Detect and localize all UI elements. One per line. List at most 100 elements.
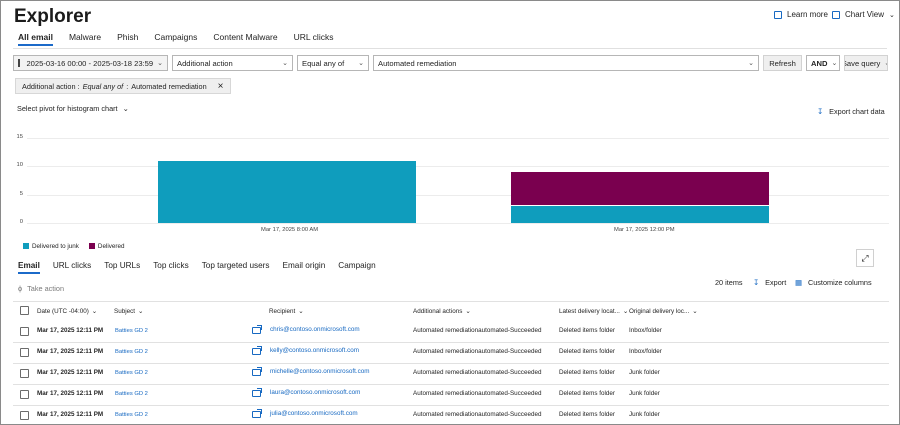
cell-subject[interactable]: Batties GD 2 <box>115 328 148 334</box>
chevron-down-icon: ⌄ <box>748 60 754 67</box>
cell-subject[interactable]: Batties GD 2 <box>115 370 148 376</box>
tab-all-email[interactable]: All email <box>18 32 53 46</box>
tab-top-targeted-users[interactable]: Top targeted users <box>202 261 270 274</box>
customize-columns-button[interactable]: ▦ Customize columns <box>795 278 872 287</box>
tab-email-origin[interactable]: Email origin <box>283 261 326 274</box>
tab-campaigns[interactable]: Campaigns <box>154 32 197 46</box>
filter-operator-dropdown[interactable]: Equal any of ⌄ <box>297 55 369 71</box>
table-row[interactable]: Mar 17, 2025 12:11 PM Batties GD 2 michell… <box>1 363 899 384</box>
chevron-down-icon: ⌄ <box>282 60 288 67</box>
chevron-down-icon: ⌄ <box>157 60 163 67</box>
cell-additional-actions: Automated remediationautomated-Succeeded <box>413 327 542 334</box>
lightning-icon: ϕ <box>18 284 23 293</box>
y-tick-label: 5 <box>19 190 23 197</box>
column-header-subject[interactable]: Subject ⌄ <box>114 303 143 319</box>
cell-recipient[interactable]: michelle@contoso.onmicrosoft.com <box>270 368 369 375</box>
mail-icon[interactable] <box>252 325 262 334</box>
row-checkbox[interactable] <box>20 369 29 378</box>
cell-date: Mar 17, 2025 12:11 PM <box>37 348 104 355</box>
logic-operator-dropdown[interactable]: AND ⌄ <box>806 55 840 71</box>
filter-value-dropdown[interactable]: Automated remediation ⌄ <box>373 55 759 71</box>
histogram-chart: 15 10 5 0 Mar 17, 2025 8:00 AM Mar 17, 2025 1… <box>1 129 899 239</box>
mail-icon[interactable] <box>252 388 262 397</box>
table-row[interactable]: Mar 17, 2025 12:11 PM Batties GD 2 laura@c… <box>1 384 899 405</box>
tab-top-urls[interactable]: Top URLs <box>104 261 140 274</box>
active-filter-chip[interactable]: Additional action : Equal any of : Autom… <box>15 78 231 94</box>
cell-latest-location: Deleted items folder <box>559 327 615 334</box>
table-row[interactable]: Mar 17, 2025 12:11 PM Batties GD 2 kelly@c… <box>1 342 899 363</box>
column-header-additional-actions[interactable]: Additional actions ⌄ <box>413 303 471 319</box>
cell-recipient[interactable]: chris@contoso.onmicrosoft.com <box>270 326 360 333</box>
mail-icon[interactable] <box>252 367 262 376</box>
table-row[interactable]: Mar 17, 2025 12:11 PM Batties GD 2 julia@c… <box>1 405 899 424</box>
filter-field-dropdown[interactable]: Additional action ⌄ <box>172 55 293 71</box>
legend-item-delivered[interactable]: Delivered <box>88 243 125 250</box>
mail-icon[interactable] <box>252 409 262 418</box>
grid-line <box>27 166 889 168</box>
column-header-original-location[interactable]: Original delivery loc... ⌄ <box>629 303 697 319</box>
export-button[interactable]: ↧ Export <box>753 278 786 287</box>
chevron-down-icon: ⌄ <box>888 11 895 19</box>
bar-delivered-1[interactable] <box>511 172 769 206</box>
cell-date: Mar 17, 2025 12:11 PM <box>37 411 104 418</box>
column-header-recipient[interactable]: Recipient ⌄ <box>269 303 304 319</box>
grid-line <box>27 223 889 224</box>
export-chart-button[interactable]: ↧ Export chart data <box>817 107 885 116</box>
cell-subject[interactable]: Batties GD 2 <box>115 412 148 418</box>
chevron-down-icon: ⌄ <box>138 307 144 315</box>
tab-content-malware[interactable]: Content Malware <box>213 32 277 46</box>
select-all-checkbox[interactable] <box>20 306 29 315</box>
date-range-picker[interactable]: 2025-03-16 00:00 - 2025-03-18 23:59 ⌄ <box>13 55 168 71</box>
table-row[interactable]: Mar 17, 2025 12:11 PM Batties GD 2 chris@c… <box>1 321 899 342</box>
mail-icon[interactable] <box>252 346 262 355</box>
chevron-down-icon: ⌄ <box>880 59 887 67</box>
chart-view-toggle[interactable]: Chart View ⌄ <box>832 10 895 19</box>
cell-date: Mar 17, 2025 12:11 PM <box>37 369 104 376</box>
save-query-dropdown[interactable]: Save query ⌄ <box>844 55 888 71</box>
cell-additional-actions: Automated remediationautomated-Succeeded <box>413 390 542 397</box>
cell-subject[interactable]: Batties GD 2 <box>115 349 148 355</box>
legend-item-delivered-to-junk[interactable]: Delivered to junk <box>23 243 79 250</box>
expand-icon[interactable]: ⤢ <box>856 249 874 267</box>
calendar-icon <box>18 59 21 67</box>
row-checkbox[interactable] <box>20 327 29 336</box>
tab-email[interactable]: Email <box>18 261 40 274</box>
columns-icon: ▦ <box>795 278 802 287</box>
bar-delivered-to-junk-1[interactable] <box>511 206 769 223</box>
chevron-down-icon: ⌄ <box>622 307 629 315</box>
divider <box>13 301 889 302</box>
column-header-latest-location[interactable]: Latest delivery locat... ⌄ <box>559 303 628 319</box>
learn-more-link[interactable]: Learn more <box>774 10 828 19</box>
cell-date: Mar 17, 2025 12:11 PM <box>37 390 104 397</box>
row-checkbox[interactable] <box>20 411 29 420</box>
chevron-down-icon: ⌄ <box>122 104 129 113</box>
divider <box>13 48 887 49</box>
tab-url-clicks-detail[interactable]: URL clicks <box>53 261 91 274</box>
cell-subject[interactable]: Batties GD 2 <box>115 391 148 397</box>
bar-delivered-to-junk-0[interactable] <box>158 160 416 223</box>
take-action-button[interactable]: ϕ Take action <box>18 284 64 293</box>
tab-malware[interactable]: Malware <box>69 32 101 46</box>
row-checkbox[interactable] <box>20 348 29 357</box>
refresh-button[interactable]: Refresh <box>763 55 802 71</box>
tab-url-clicks[interactable]: URL clicks <box>294 32 334 46</box>
chevron-down-icon: ⌄ <box>692 307 698 315</box>
column-header-date[interactable]: Date (UTC -04:00) ⌄ <box>37 303 97 319</box>
cell-recipient[interactable]: kelly@contoso.onmicrosoft.com <box>270 347 359 354</box>
cell-recipient[interactable]: laura@contoso.onmicrosoft.com <box>270 389 360 396</box>
close-icon[interactable]: × <box>218 81 224 92</box>
tab-top-clicks[interactable]: Top clicks <box>153 261 189 274</box>
cell-recipient[interactable]: julia@contoso.onmicrosoft.com <box>270 410 358 417</box>
tab-phish[interactable]: Phish <box>117 32 138 46</box>
row-checkbox[interactable] <box>20 390 29 399</box>
explorer-window: Explorer Learn more Chart View ⌄ All ema… <box>0 0 900 425</box>
x-tick-label: Mar 17, 2025 12:00 PM <box>614 227 675 233</box>
cell-additional-actions: Automated remediationautomated-Succeeded <box>413 348 542 355</box>
items-count: 20 items <box>715 278 743 287</box>
book-icon <box>774 10 782 19</box>
pivot-dropdown[interactable]: Select pivot for histogram chart ⌄ <box>17 104 129 113</box>
cell-latest-location: Deleted items folder <box>559 369 615 376</box>
chevron-down-icon: ⌄ <box>298 307 304 315</box>
chart-legend: Delivered to junk Delivered <box>23 243 125 250</box>
tab-campaign[interactable]: Campaign <box>338 261 375 274</box>
